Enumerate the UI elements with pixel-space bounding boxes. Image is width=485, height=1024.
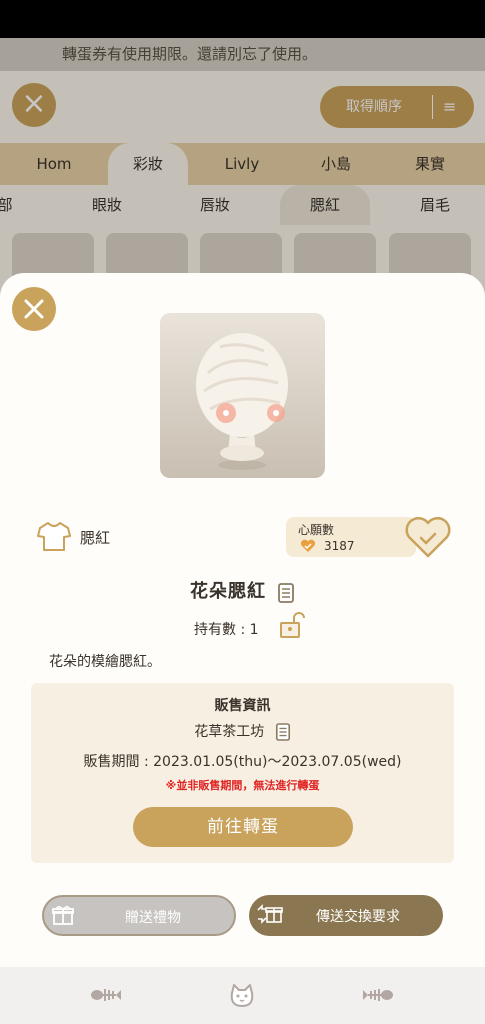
owned-label: 持有數 : 1 (194, 622, 259, 638)
sale-warning: ※並非販售期間，無法進行轉蛋 (165, 779, 320, 792)
item-image (160, 313, 325, 478)
item-detail-sheet: 腮紅 心願數 3187 花朵腮紅 持有數 : 1 花朵的模繪腮紅。 販售資訊 花… (0, 273, 485, 967)
fish-bone-icon-right[interactable] (362, 983, 394, 1007)
shirt-icon (37, 522, 71, 551)
owned-count: 持有數 : 1 (194, 612, 305, 643)
document-icon[interactable] (277, 582, 295, 604)
add-wish-heart-icon[interactable] (404, 515, 452, 559)
sale-info-title: 販售資訊 (214, 698, 271, 714)
item-title: 花朵腮紅 (0, 577, 485, 604)
wish-counter: 心願數 3187 (286, 515, 452, 559)
sale-info-box: 販售資訊 花草茶工坊 販售期間 : 2023.01.05(thu)〜2023.0… (31, 683, 454, 863)
fish-bone-icon[interactable] (90, 983, 122, 1007)
wish-count: 3187 (324, 539, 355, 553)
wish-label: 心願數 (298, 523, 335, 537)
send-gift-button[interactable]: 贈送禮物 (42, 895, 236, 936)
heart-icon (300, 539, 316, 552)
status-bar (0, 0, 485, 38)
mannequin-head-image (196, 333, 288, 470)
item-name: 花朵腮紅 (189, 581, 266, 602)
category-label: 腮紅 (80, 529, 111, 547)
send-trade-request-label: 傳送交換要求 (316, 909, 400, 925)
shop-name: 花草茶工坊 (194, 724, 265, 740)
close-button[interactable] (12, 287, 56, 331)
shop-document-icon[interactable] (275, 722, 291, 742)
sale-period: 販售期間 : 2023.01.05(thu)〜2023.07.05(wed) (83, 754, 402, 770)
wish-pill: 心願數 3187 (286, 517, 416, 557)
go-to-gacha-button[interactable]: 前往轉蛋 (133, 807, 353, 847)
send-gift-label: 贈送禮物 (125, 910, 181, 926)
bottom-nav (0, 967, 485, 1024)
send-trade-request-button[interactable]: 傳送交換要求 (249, 895, 443, 936)
shop-name-row: 花草茶工坊 (31, 721, 454, 742)
close-icon (24, 299, 44, 319)
unlock-icon[interactable] (278, 611, 306, 639)
item-description: 花朵的模繪腮紅。 (49, 654, 161, 670)
cat-face-icon[interactable] (229, 983, 255, 1009)
